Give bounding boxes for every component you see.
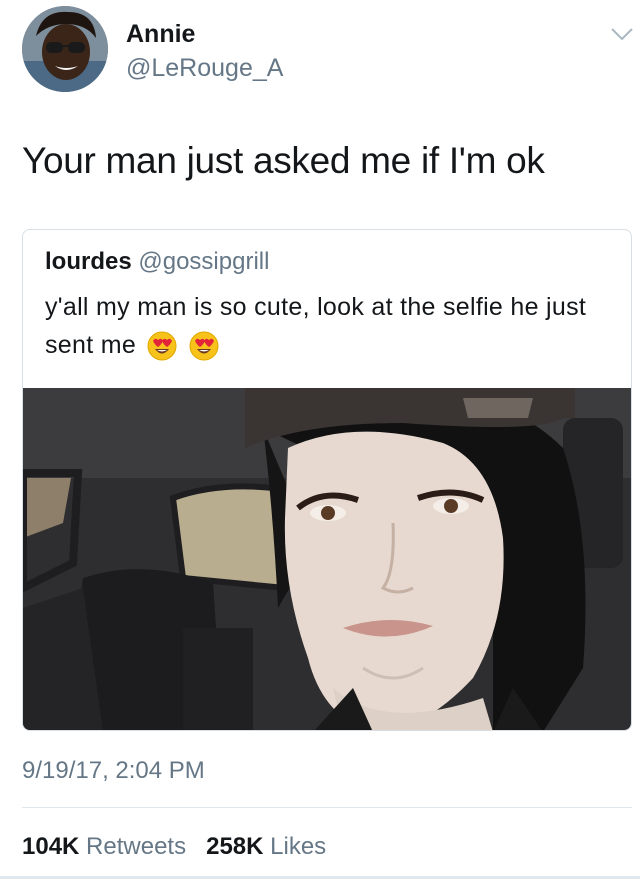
likes-count: 258K <box>206 833 264 860</box>
selfie-photo[interactable] <box>23 387 631 730</box>
divider <box>22 807 632 808</box>
quoted-author-name: lourdes <box>45 248 132 275</box>
heart-eyes-emoji-icon <box>147 331 177 361</box>
heart-eyes-emoji-icon <box>189 331 219 361</box>
retweets-count: 104K <box>22 833 80 860</box>
retweets-label: Retweets <box>86 833 187 860</box>
tweet-stats: 104K Retweets 258K Likes <box>22 833 326 861</box>
quoted-tweet-text-block: y'all my man is so cute, look at the sel… <box>45 288 615 364</box>
likes-stat[interactable]: 258K Likes <box>206 833 326 860</box>
quoted-tweet-header: lourdes @gossipgrill <box>45 248 269 276</box>
retweets-stat[interactable]: 104K Retweets <box>22 833 193 860</box>
likes-label: Likes <box>270 833 327 860</box>
tweet-timestamp[interactable]: 9/19/17, 2:04 PM <box>22 757 205 785</box>
author-handle[interactable]: @LeRouge_A <box>126 54 283 83</box>
quoted-tweet[interactable]: lourdes @gossipgrill y'all my man is so … <box>22 229 632 731</box>
chevron-down-icon[interactable] <box>610 26 634 42</box>
quoted-author-handle: @gossipgrill <box>138 248 270 275</box>
quoted-tweet-text: y'all my man is so cute, look at the sel… <box>45 293 587 359</box>
tweet-text: Your man just asked me if I'm ok <box>22 140 545 181</box>
author-name[interactable]: Annie <box>126 20 195 49</box>
avatar[interactable] <box>22 6 108 92</box>
